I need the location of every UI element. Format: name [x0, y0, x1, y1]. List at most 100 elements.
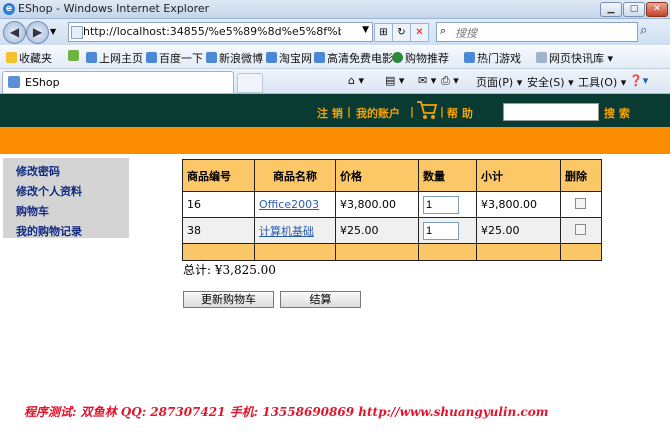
- compat-view-icon[interactable]: ⊞: [374, 23, 393, 42]
- table-row: 16 Office2003 ¥3,800.00 ¥3,800.00: [182, 191, 602, 218]
- back-button[interactable]: ◀: [3, 21, 26, 44]
- page-icon: [71, 26, 83, 39]
- help-icon[interactable]: ❓▾: [629, 74, 648, 87]
- delete-checkbox[interactable]: [575, 223, 586, 235]
- ie-page-icon: [146, 52, 157, 63]
- search-icon[interactable]: ⌕: [640, 23, 647, 38]
- add-favorite-button[interactable]: [68, 50, 81, 63]
- new-tab-button[interactable]: [237, 73, 263, 93]
- cell-id: 38: [182, 217, 255, 244]
- address-field[interactable]: http://localhost:34855/%e5%89%8d%e5%8f%b…: [68, 22, 373, 42]
- feeds-icon[interactable]: ▤ ▾: [385, 74, 404, 87]
- minimize-button[interactable]: ▁: [600, 2, 622, 17]
- refresh-icon[interactable]: ↻: [392, 23, 411, 42]
- cell-delete: [560, 191, 602, 218]
- update-cart-button[interactable]: 更新购物车: [183, 291, 274, 308]
- cell-qty: [418, 191, 477, 218]
- checkout-button[interactable]: 结算: [280, 291, 361, 308]
- history-dropdown-icon[interactable]: ▼: [50, 27, 56, 36]
- ie-page-icon: [266, 52, 277, 63]
- safety-menu[interactable]: 安全(S) ▾: [527, 74, 574, 90]
- address-dropdown-icon[interactable]: ▼: [362, 25, 369, 35]
- fav-item-5[interactable]: 购物推荐: [392, 50, 449, 66]
- cell-delete: [560, 217, 602, 244]
- print-icon[interactable]: ⎙ ▾: [441, 74, 459, 88]
- cart-total: 总计: ¥3,825.00: [183, 263, 276, 277]
- tools-menu[interactable]: 工具(O) ▾: [578, 74, 626, 90]
- home-icon[interactable]: ⌂ ▾: [348, 74, 364, 87]
- table-header-row: 商品编号 商品名称 价格 数量 小计 删除: [182, 159, 602, 192]
- web-slice-icon: [536, 52, 547, 63]
- footer-credit: 程序测试: 双鱼林 QQ: 287307421 手机: 13558690869 …: [24, 405, 549, 419]
- fav-item-4[interactable]: 高清免费电影: [314, 50, 393, 66]
- table-row: 38 计算机基础 ¥25.00 ¥25.00: [182, 217, 602, 244]
- search-placeholder: 搜搜: [455, 27, 477, 40]
- window-titlebar: e EShop - Windows Internet Explorer ▁ ▢ …: [0, 0, 670, 19]
- cell-subtotal: ¥25.00: [476, 217, 561, 244]
- address-url: http://localhost:34855/%e5%89%8d%e5%8f%b…: [83, 25, 341, 38]
- ie-page-icon: [86, 52, 97, 63]
- fav-item-3[interactable]: 淘宝网: [266, 50, 312, 66]
- favorites-bar: 收藏夹 上网主页 百度一下 新浪微博 淘宝网 高清免费电影 购物推荐 热门游戏 …: [0, 46, 670, 69]
- quantity-input[interactable]: [423, 221, 459, 240]
- star-icon: [6, 52, 17, 63]
- ie-page-icon: [464, 52, 475, 63]
- favorites-button[interactable]: 收藏夹: [6, 50, 52, 66]
- delete-checkbox[interactable]: [575, 197, 586, 209]
- ie-page-icon: [314, 52, 325, 63]
- quantity-input[interactable]: [423, 195, 459, 214]
- cell-name: Office2003: [254, 191, 336, 218]
- col-header-id: 商品编号: [182, 159, 255, 192]
- cell-name: 计算机基础: [254, 217, 336, 244]
- product-link[interactable]: Office2003: [259, 198, 319, 211]
- sidebar-item-cart[interactable]: 购物车: [16, 203, 49, 219]
- sidebar: 修改密码 修改个人资料 购物车 我的购物记录: [3, 158, 129, 238]
- window-title: EShop - Windows Internet Explorer: [18, 2, 210, 15]
- col-header-qty: 数量: [418, 159, 477, 192]
- col-header-name: 商品名称: [254, 159, 336, 192]
- fav-item-2[interactable]: 新浪微博: [206, 50, 263, 66]
- col-header-price: 价格: [335, 159, 419, 192]
- cell-id: 16: [182, 191, 255, 218]
- sidebar-item-history[interactable]: 我的购物记录: [16, 223, 82, 239]
- stop-icon[interactable]: ✕: [410, 23, 429, 42]
- cell-price: ¥25.00: [335, 217, 419, 244]
- mail-icon[interactable]: ✉ ▾: [418, 74, 436, 87]
- tab-favicon: [8, 76, 20, 88]
- forward-button[interactable]: ▶: [26, 21, 49, 44]
- cell-qty: [418, 217, 477, 244]
- site-search-button[interactable]: 搜 索: [604, 105, 630, 121]
- col-header-subtotal: 小计: [476, 159, 561, 192]
- tab-title: EShop: [25, 76, 60, 89]
- fav-item-1[interactable]: 百度一下: [146, 50, 203, 66]
- shopping-cart-icon[interactable]: [416, 97, 438, 121]
- header-separator: |: [347, 105, 352, 118]
- tab-bar: EShop ⌂ ▾ ▤ ▾ ✉ ▾ ⎙ ▾ 页面(P) ▾ 安全(S) ▾ 工具…: [0, 69, 670, 94]
- site-search-input[interactable]: [503, 103, 599, 121]
- search-field[interactable]: ⌕ 搜搜: [436, 22, 638, 42]
- col-header-delete: 删除: [560, 159, 602, 192]
- site-header: 注 销 | 我的账户 | | 帮 助 搜 索: [0, 94, 670, 127]
- sidebar-item-edit-profile[interactable]: 修改个人资料: [16, 183, 82, 199]
- header-separator: |: [410, 105, 415, 118]
- my-account-link[interactable]: 我的账户: [356, 105, 400, 121]
- product-link[interactable]: 计算机基础: [259, 225, 314, 238]
- table-footer-row: [182, 243, 602, 261]
- cell-price: ¥3,800.00: [335, 191, 419, 218]
- fav-item-6[interactable]: 热门游戏: [464, 50, 521, 66]
- fav-item-7[interactable]: 网页快讯库 ▾: [536, 50, 613, 66]
- globe-icon: [392, 52, 403, 63]
- address-toolbar: ◀ ▶ ▼ http://localhost:34855/%e5%89%8d%e…: [0, 19, 670, 45]
- logout-link[interactable]: 注 销: [317, 105, 343, 121]
- tab-eshop[interactable]: EShop: [2, 71, 234, 93]
- help-link[interactable]: 帮 助: [447, 105, 473, 121]
- close-button[interactable]: ✕: [646, 2, 668, 17]
- cell-subtotal: ¥3,800.00: [476, 191, 561, 218]
- maximize-button[interactable]: ▢: [623, 2, 645, 17]
- orange-banner: [0, 127, 670, 154]
- sidebar-item-change-password[interactable]: 修改密码: [16, 163, 60, 179]
- fav-item-0[interactable]: 上网主页: [86, 50, 143, 66]
- add-star-icon: [68, 50, 79, 61]
- page-menu[interactable]: 页面(P) ▾: [476, 74, 522, 90]
- ie-page-icon: [206, 52, 217, 63]
